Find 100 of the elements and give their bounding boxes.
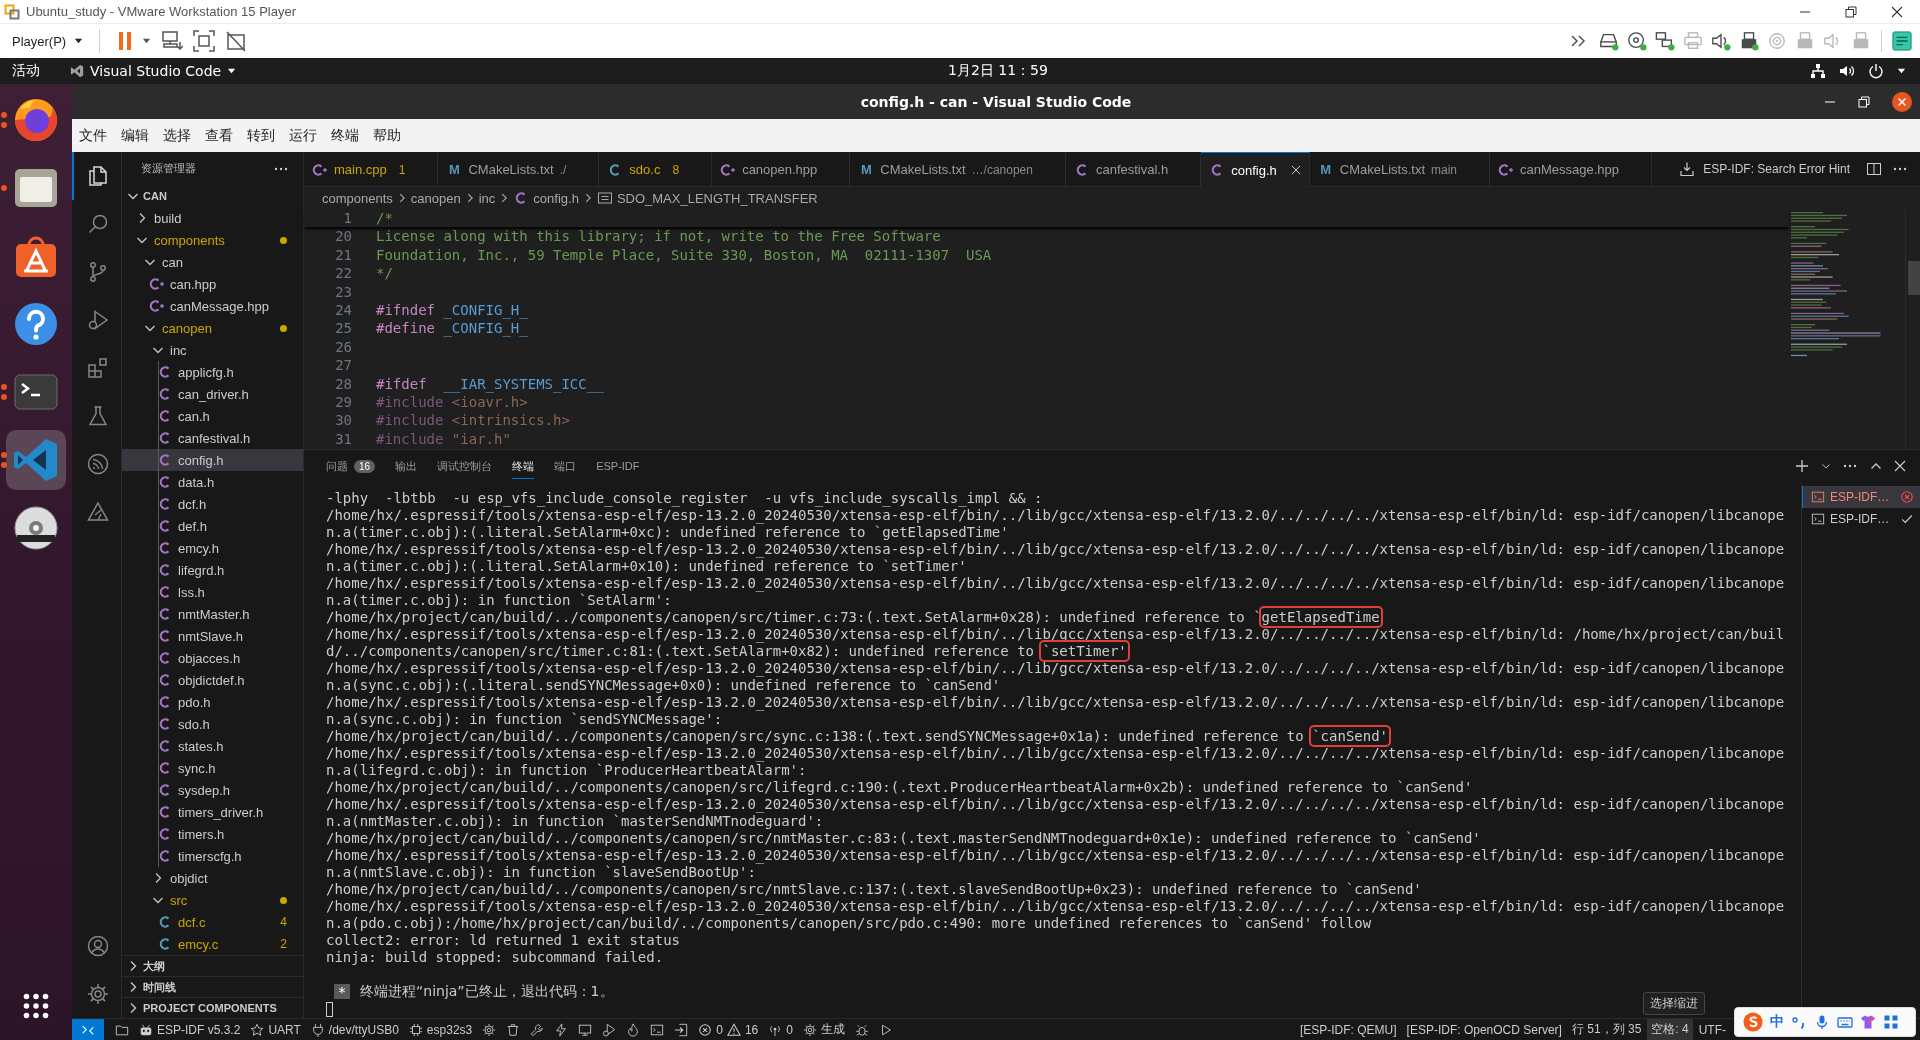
terminal-list-item[interactable]: ESP-IDF… — [1802, 486, 1920, 508]
close-icon[interactable] — [1892, 91, 1912, 112]
file-item[interactable]: lifegrd.h — [122, 559, 303, 581]
activities-button[interactable]: 活动 — [0, 62, 62, 80]
close-icon[interactable] — [1290, 165, 1301, 175]
breadcrumb-item[interactable]: components — [322, 190, 393, 206]
terminal-list-item[interactable]: ESP-IDF… — [1802, 508, 1920, 530]
gear-icon[interactable] — [482, 1022, 497, 1037]
caret-icon[interactable] — [142, 38, 152, 44]
remote-button[interactable] — [72, 1019, 104, 1040]
file-item[interactable]: timers_driver.h — [122, 801, 303, 823]
folder-item[interactable]: components — [122, 229, 303, 251]
breadcrumb-item[interactable]: config.h — [513, 190, 579, 206]
app-grid-icon[interactable] — [23, 993, 49, 1019]
ports-item[interactable]: 0 — [763, 1019, 798, 1040]
problems-item[interactable]: 0 16 — [693, 1019, 764, 1040]
status-item[interactable]: [ESP-IDF: QEMU] — [1295, 1019, 1401, 1040]
plus-icon[interactable] — [1794, 458, 1810, 474]
wrench-icon[interactable] — [530, 1022, 545, 1037]
editor-tab[interactable]: M CMakeLists.txt ./ — [438, 152, 600, 186]
menu-item[interactable]: 文件 — [72, 126, 114, 145]
player-menu-button[interactable]: Player(P) — [10, 30, 86, 52]
menu-item[interactable]: 查看 — [198, 126, 240, 145]
panel-tab[interactable]: 输出 — [395, 453, 418, 479]
flame-icon[interactable] — [626, 1022, 641, 1037]
serial-port-item[interactable]: /dev/ttyUSB0 — [305, 1019, 404, 1040]
file-item[interactable]: can.hpp — [122, 273, 303, 295]
menu-item[interactable]: 终端 — [324, 126, 366, 145]
caret-icon[interactable] — [1897, 68, 1906, 74]
close-icon[interactable] — [1894, 460, 1906, 472]
file-item[interactable]: nmtSlave.h — [122, 625, 303, 647]
scrollbar-thumb[interactable] — [1908, 261, 1920, 295]
menu-item[interactable]: 运行 — [282, 126, 324, 145]
file-item[interactable]: pdo.h — [122, 691, 303, 713]
restore-icon[interactable] — [1858, 95, 1870, 108]
breadcrumb-item[interactable]: inc — [478, 190, 496, 206]
file-item[interactable]: sync.h — [122, 757, 303, 779]
power-icon[interactable] — [1868, 63, 1884, 79]
status-item[interactable]: [ESP-IDF: OpenOCD Server] — [1402, 1019, 1566, 1040]
monitor-arrow-icon[interactable] — [161, 30, 184, 52]
run-debug-icon[interactable] — [602, 1022, 617, 1037]
file-item[interactable]: timers.h — [122, 823, 303, 845]
port-type-item[interactable]: UART — [245, 1019, 306, 1040]
fullscreen-icon[interactable] — [193, 30, 216, 52]
input-method-logo-icon[interactable] — [1743, 1012, 1763, 1032]
menu-item[interactable]: 帮助 — [366, 126, 408, 145]
microphone-icon[interactable] — [1814, 1014, 1830, 1030]
grid-icon[interactable] — [1883, 1014, 1899, 1030]
file-item[interactable]: states.h — [122, 735, 303, 757]
file-item[interactable]: objacces.h — [122, 647, 303, 669]
file-item[interactable]: nmtMaster.h — [122, 603, 303, 625]
editor-tab[interactable]: sdo.c 8 — [599, 152, 713, 186]
lightning-icon[interactable] — [554, 1022, 569, 1037]
speaker-icon[interactable] — [1711, 31, 1731, 51]
editor-tab[interactable]: canMessage.hpp — [1490, 152, 1653, 186]
folder-item[interactable]: inc — [122, 339, 303, 361]
folder-header[interactable]: CAN — [122, 185, 303, 207]
panel-tab[interactable]: 问题 16 — [326, 453, 376, 479]
trash-icon[interactable] — [506, 1022, 521, 1037]
file-item[interactable]: dcf.h — [122, 493, 303, 515]
file-item[interactable]: sysdep.h — [122, 779, 303, 801]
input-mode-button[interactable]: 中 — [1770, 1013, 1784, 1031]
app-menu[interactable]: Visual Studio Code — [62, 63, 237, 79]
editor-tab[interactable]: M CMakeLists.txt …/canopen — [850, 152, 1066, 186]
arrow-into-box-icon[interactable] — [674, 1022, 689, 1037]
folder-item[interactable]: src — [122, 889, 303, 911]
folder-item[interactable]: canopen — [122, 317, 303, 339]
file-item[interactable]: objdictdef.h — [122, 669, 303, 691]
punctuation-icon[interactable] — [1791, 1014, 1807, 1030]
panel-tab[interactable]: 终端 — [512, 453, 535, 479]
file-item[interactable]: sdo.h — [122, 713, 303, 735]
split-editor-icon[interactable] — [1866, 161, 1882, 177]
panel-tab[interactable]: ESP-IDF — [596, 453, 640, 479]
disc-icon[interactable] — [1627, 31, 1647, 51]
editor-tab[interactable]: main.cpp 1 — [304, 152, 439, 186]
file-item[interactable]: emcy.c 2 — [122, 933, 303, 955]
file-item[interactable]: can_driver.h — [122, 383, 303, 405]
double-chevron-icon[interactable] — [1571, 35, 1587, 47]
section-header[interactable]: 大纲 — [122, 955, 303, 976]
files-icon[interactable] — [115, 1022, 129, 1037]
breadcrumb-item[interactable]: SDO_MAX_LENGTH_TRANSFER — [596, 190, 818, 206]
editor-tab[interactable]: canopen.hpp — [712, 152, 851, 186]
section-header[interactable]: 时间线 — [122, 976, 303, 997]
status-item[interactable]: 行 51，列 35 — [1567, 1019, 1646, 1040]
volume-icon[interactable] — [1839, 63, 1855, 79]
editor-tab[interactable]: M CMakeLists.txt main — [1309, 152, 1491, 186]
monitor-icon[interactable] — [578, 1022, 593, 1037]
folder-item[interactable]: can — [122, 251, 303, 273]
search-error-hint-button[interactable]: ESP-IDF: Search Error Hint — [1679, 161, 1850, 177]
menu-item[interactable]: 选择 — [156, 126, 198, 145]
status-item[interactable]: 空格: 4 — [1647, 1019, 1693, 1040]
panel-tab[interactable]: 端口 — [554, 453, 577, 479]
clock[interactable]: 1月2日 11：59 — [948, 62, 1048, 80]
file-item[interactable]: config.h — [122, 449, 303, 471]
menu-item[interactable]: 编辑 — [114, 126, 156, 145]
shirt-icon[interactable] — [1860, 1014, 1876, 1030]
file-item[interactable]: can.h — [122, 405, 303, 427]
breadcrumb-item[interactable]: canopen — [410, 190, 461, 206]
keyboard-icon[interactable] — [1837, 1014, 1853, 1030]
drive-icon[interactable] — [1599, 31, 1619, 51]
